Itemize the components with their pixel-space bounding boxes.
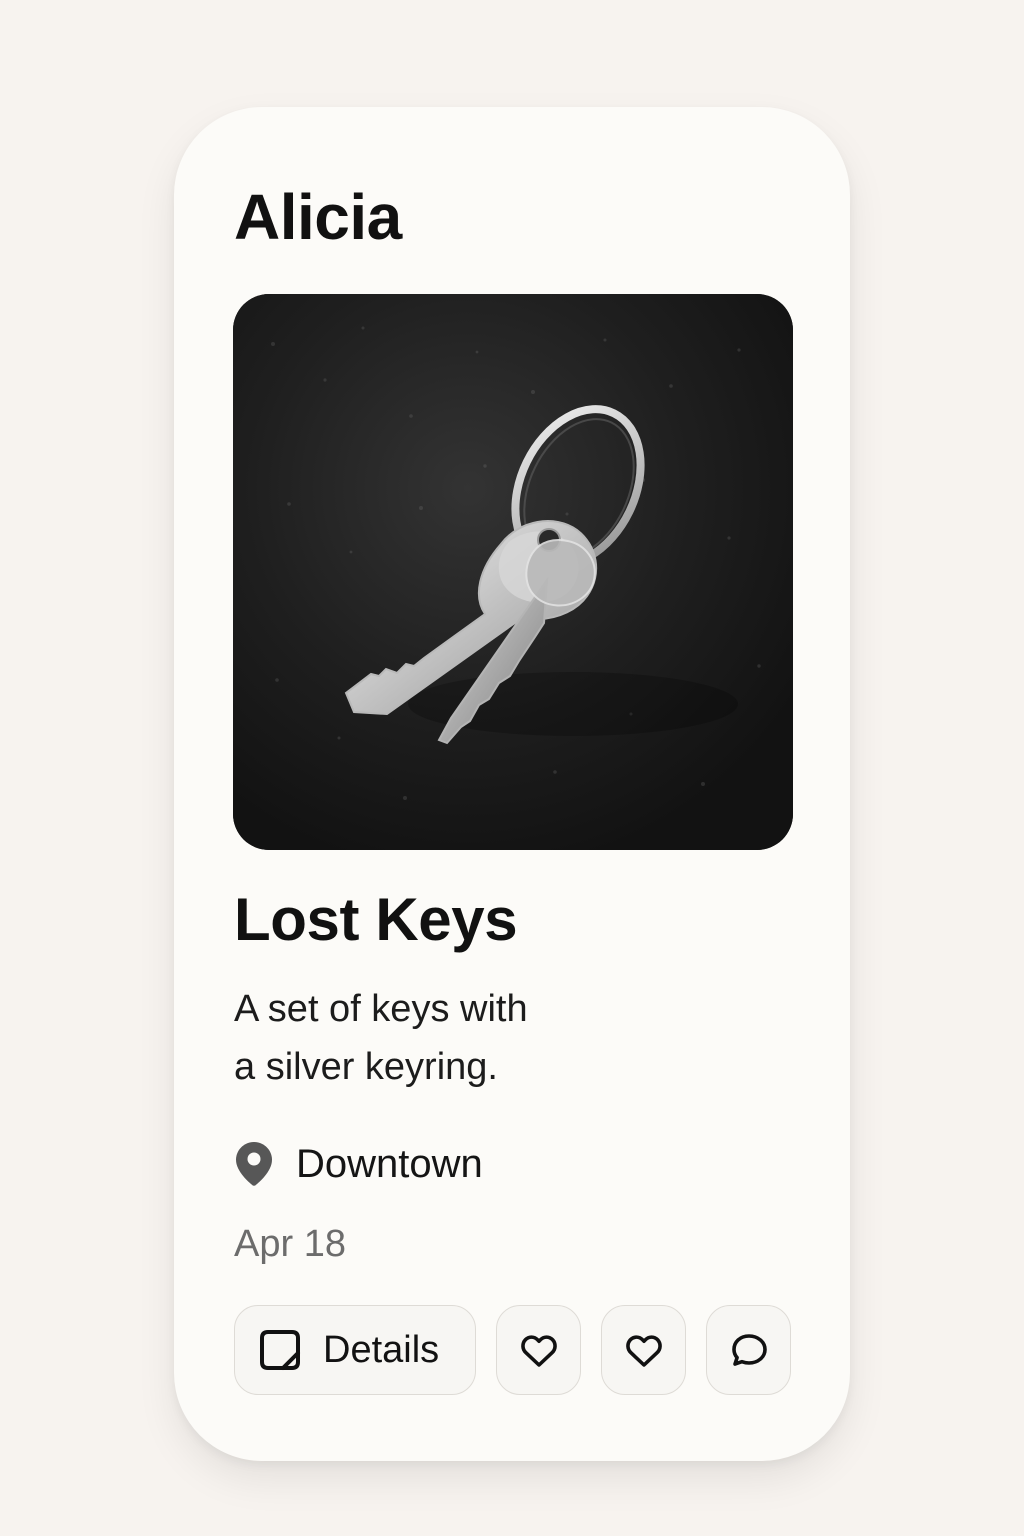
details-button[interactable]: Details xyxy=(234,1305,476,1395)
keys-photo-icon xyxy=(233,294,793,850)
item-photo xyxy=(233,294,793,850)
comment-button[interactable] xyxy=(706,1305,791,1395)
item-description-line-1: A set of keys with xyxy=(234,988,528,1030)
location-row: Downtown xyxy=(234,1140,483,1188)
item-title: Lost Keys xyxy=(234,886,518,953)
action-bar: Details xyxy=(234,1305,791,1395)
comment-icon xyxy=(731,1334,767,1366)
posted-date: Apr 18 xyxy=(234,1223,346,1265)
details-icon xyxy=(260,1330,300,1370)
location-pin-icon xyxy=(236,1142,272,1186)
lost-item-card: Alicia Lost Keys A set of keys with a si… xyxy=(174,107,850,1461)
item-description-line-2: a silver keyring. xyxy=(234,1046,498,1088)
details-button-label: Details xyxy=(323,1329,440,1371)
save-button[interactable] xyxy=(601,1305,686,1395)
heart-icon xyxy=(625,1335,662,1367)
location-label: Downtown xyxy=(296,1142,483,1186)
owner-name: Alicia xyxy=(234,181,402,253)
favorite-button[interactable] xyxy=(496,1305,581,1395)
heart-icon xyxy=(520,1335,557,1367)
item-description: A set of keys with a silver keyring. xyxy=(234,980,754,1096)
